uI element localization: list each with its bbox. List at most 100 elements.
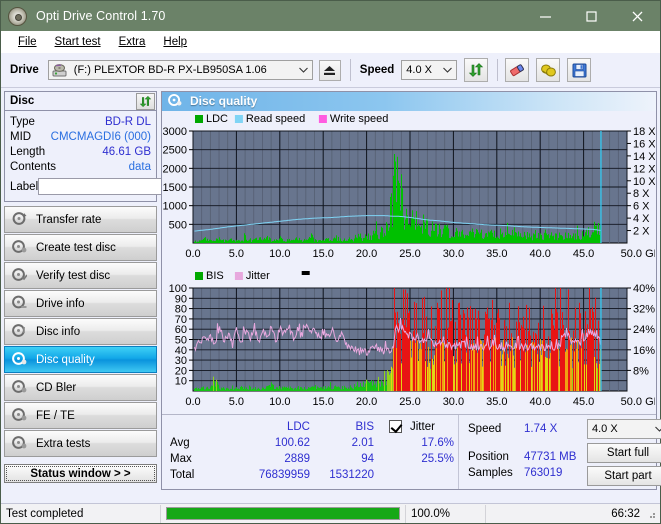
stats-area: LDC BIS Avg 100.62 2.01 Max 2889 94 Tota… (162, 413, 661, 489)
svg-text:1000: 1000 (163, 200, 187, 212)
sidebar-item-label: Verify test disc (36, 269, 111, 282)
menu-file-label: File (18, 36, 37, 48)
eraser-icon (509, 63, 524, 76)
drive-icon (52, 63, 67, 77)
eject-button[interactable] (318, 59, 341, 81)
menu-help[interactable]: Help (154, 34, 196, 50)
disc-verify-icon (12, 267, 28, 285)
disc-row-length: Length 46.61 GB (10, 144, 151, 159)
svg-text:5.0: 5.0 (229, 396, 244, 408)
svg-text:Read speed: Read speed (246, 113, 305, 125)
disc-length-value: 46.61 GB (102, 145, 151, 158)
disc-refresh-button[interactable] (136, 92, 155, 110)
drive-select[interactable]: (F:) PLEXTOR BD-R PX-LB950SA 1.06 (47, 60, 313, 80)
sidebar-item-create-test-disc[interactable]: Create test disc (4, 234, 157, 261)
menu-start-test-label: Start test (54, 36, 101, 48)
svg-text:1500: 1500 (163, 182, 187, 194)
drive-label: Drive (10, 64, 39, 76)
sidebar-item-label: CD Bler (36, 381, 77, 394)
maximize-button[interactable] (568, 1, 614, 31)
svg-text:5.0: 5.0 (229, 248, 244, 260)
minimize-button[interactable] (522, 1, 568, 31)
svg-text:10.0: 10.0 (269, 248, 290, 260)
refresh-button[interactable] (464, 58, 489, 82)
disc-contents-value[interactable]: data (129, 161, 151, 173)
jitter-checkbox[interactable] (389, 419, 402, 433)
svg-text:10.0: 10.0 (269, 396, 290, 408)
bulb-icon (540, 64, 556, 76)
svg-text:25.0: 25.0 (399, 248, 420, 260)
sidebar-item-drive-info[interactable]: Drive info (4, 290, 157, 317)
progress-cell (161, 505, 405, 523)
svg-text:15.0: 15.0 (312, 248, 333, 260)
chevron-down-icon (650, 426, 661, 432)
position-key: Position (468, 450, 509, 463)
test-speed-value: 4.0 X (592, 422, 618, 435)
ldc-chart-container[interactable]: LDC Read speed Write speed 500 1000 1500 2000 2… (162, 110, 656, 266)
status-window-button[interactable]: Status window > > (4, 464, 157, 483)
svg-text:2000: 2000 (163, 163, 187, 175)
elapsed-time: 66:32 (485, 504, 645, 523)
start-full-button[interactable]: Start full (587, 442, 661, 463)
svg-text:50: 50 (175, 334, 187, 346)
sidebar-item-extra-tests[interactable]: Extra tests (4, 430, 157, 457)
sidebar-item-fe-te[interactable]: FE / TE (4, 402, 157, 429)
sidebar-item-cd-bler[interactable]: CD Bler (4, 374, 157, 401)
menu-file[interactable]: File (9, 34, 46, 50)
save-icon (572, 63, 587, 77)
sidebar: Disc Type BD-R DL MID CMCMAGDI6 (000) Le… (1, 88, 240, 493)
save-button[interactable] (567, 58, 592, 82)
speed-select[interactable]: 4.0 X (401, 60, 458, 80)
menu-extra[interactable]: Extra (110, 34, 155, 50)
sidebar-item-disc-quality[interactable]: Disc quality (4, 346, 157, 373)
progress-fill (167, 508, 399, 519)
stats-col-bis: BIS (355, 420, 374, 433)
disc-mid-key: MID (10, 130, 32, 143)
svg-text:14 X: 14 X (633, 151, 655, 163)
stats-avg-ldc: 100.62 (274, 436, 310, 449)
toolbar-divider-1 (349, 59, 351, 81)
sidebar-nav: Transfer rate Create test disc Verify te… (4, 206, 157, 457)
start-part-button[interactable]: Start part (587, 465, 661, 486)
sidebar-item-label: Disc quality (36, 353, 95, 366)
samples-key: Samples (468, 466, 513, 479)
main-body: Disc Type BD-R DL MID CMCMAGDI6 (000) Le… (1, 88, 661, 493)
drive-toolbar: Drive (F:) PLEXTOR BD-R PX-LB950SA 1.06 (1, 53, 660, 88)
svg-text:12 X: 12 X (633, 163, 655, 175)
stats-max-bis: 94 (361, 452, 374, 465)
bis-jitter-chart-container[interactable]: BIS Jitter 10 20 30 40 50 60 70 80 90 100 8% 16% 24% 32… (162, 265, 656, 414)
sidebar-item-transfer-rate[interactable]: Transfer rate (4, 206, 157, 233)
speed-result-value: 1.74 X (524, 422, 558, 435)
main-panel: Disc quality LDC Read speed Write speed 500… (160, 88, 661, 493)
svg-text:30: 30 (175, 355, 187, 367)
sidebar-item-disc-info[interactable]: Disc info (4, 318, 157, 345)
svg-text:10: 10 (175, 375, 187, 387)
disc-group: Disc Type BD-R DL MID CMCMAGDI6 (000) Le… (4, 91, 240, 202)
svg-text:Jitter: Jitter (246, 270, 270, 282)
speed-select-value: 4.0 X (406, 64, 432, 76)
svg-text:50.0 GB: 50.0 GB (621, 248, 655, 260)
stats-col-ldc: LDC (286, 420, 310, 433)
test-speed-select[interactable]: 4.0 X (587, 418, 661, 439)
progress-bar (166, 507, 400, 520)
disc-type-value: BD-R DL (104, 115, 151, 128)
disc-create-icon (12, 239, 27, 257)
svg-text:45.0: 45.0 (573, 396, 594, 408)
status-message: Test completed (1, 504, 161, 523)
svg-text:4 X: 4 X (633, 213, 650, 225)
stats-max-ldc: 2889 (284, 452, 310, 465)
disc-mid-value[interactable]: CMCMAGDI6 (000) (51, 131, 151, 143)
sidebar-item-verify-test-disc[interactable]: Verify test disc (4, 262, 157, 289)
stats-left: LDC BIS Avg 100.62 2.01 Max 2889 94 Tota… (162, 415, 458, 489)
stats-right: Speed 1.74 X Position 47731 MB Samples 7… (458, 414, 661, 489)
svg-text:10 X: 10 X (633, 176, 655, 188)
svg-text:90: 90 (175, 293, 187, 305)
bulb-button[interactable] (536, 58, 561, 82)
svg-text:40%: 40% (633, 283, 655, 295)
menu-start-test[interactable]: Start test (46, 34, 110, 50)
disc-quality-icon (168, 93, 182, 110)
eraser-button[interactable] (505, 58, 530, 82)
resize-grip[interactable] (645, 508, 657, 520)
svg-text:LDC: LDC (206, 113, 228, 125)
close-button[interactable] (614, 1, 660, 31)
